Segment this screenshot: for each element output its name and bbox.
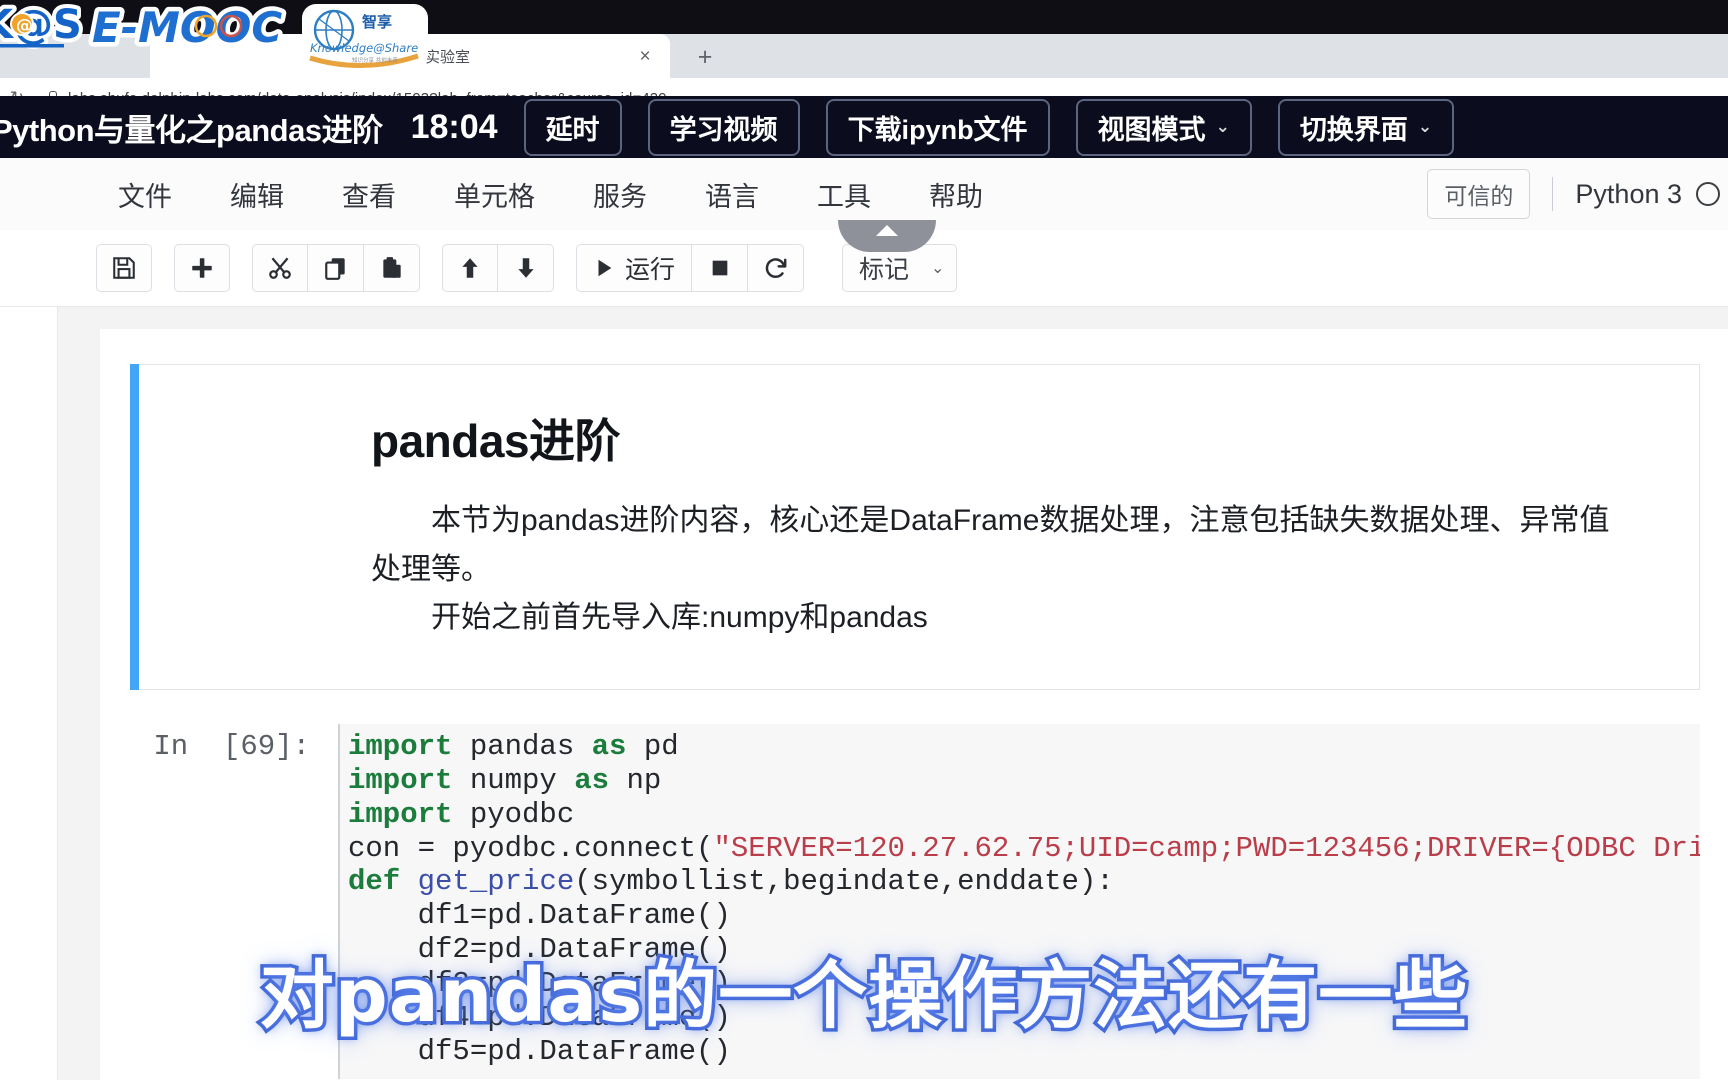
code-token: as [574, 763, 610, 797]
arrow-down-icon[interactable] [498, 244, 554, 292]
paste-icon[interactable] [364, 244, 420, 292]
svg-text:@: @ [16, 16, 33, 36]
menu-view[interactable]: 查看 [342, 175, 396, 214]
view-mode-dropdown-label: 视图模式 [1097, 114, 1206, 145]
chevron-down-icon: ⌄ [931, 260, 945, 277]
code-line: def get_price(symbollist,begindate,endda… [348, 865, 1700, 899]
close-icon[interactable]: × [630, 41, 660, 71]
code-token: pd [626, 729, 679, 763]
delay-button-label: 延时 [545, 114, 600, 145]
stop-icon[interactable] [692, 244, 749, 292]
triangle-up-icon [876, 225, 898, 236]
menu-file[interactable]: 文件 [118, 175, 172, 214]
menu-edit[interactable]: 编辑 [230, 175, 284, 214]
kas-logo: K@S K@S @ [0, 0, 98, 58]
run-button[interactable]: 运行 [576, 244, 693, 292]
code-token: con = pyodbc.connect( [348, 831, 714, 865]
markdown-cell[interactable]: pandas进阶 本节为pandas进阶内容，核心还是DataFrame数据处理… [130, 364, 1700, 690]
delay-button[interactable]: 延时 [523, 98, 622, 156]
run-button-label: 运行 [625, 256, 676, 284]
kernel-name[interactable]: Python 3 [1575, 179, 1682, 210]
menu-cell[interactable]: 单元格 [454, 175, 535, 214]
menu-language[interactable]: 语言 [705, 175, 759, 214]
code-token: np [609, 763, 662, 797]
toolbar-group-save [96, 244, 152, 292]
code-token: import [348, 763, 453, 797]
arrow-up-icon[interactable] [442, 244, 498, 292]
menu-help[interactable]: 帮助 [929, 175, 983, 214]
download-ipynb-button[interactable]: 下载ipynb文件 [825, 98, 1050, 156]
code-token: get_price [417, 865, 575, 899]
code-line: import pandas as pd [348, 730, 1700, 764]
toolbar-group-move [442, 244, 554, 292]
code-token: "SERVER=120.27.62.75;UID=camp;PWD=123456… [713, 831, 1700, 865]
new-tab-button[interactable]: + [690, 42, 720, 72]
kernel-status-icon [1696, 182, 1720, 206]
cell-type-dropdown-label: 标记 [859, 256, 910, 284]
toolbar-group-run: 运行 [576, 244, 805, 292]
toolbar-group-add [174, 244, 230, 292]
course-title: Python与量化之pandas进阶 [0, 112, 383, 148]
code-token: numpy [452, 763, 575, 797]
code-token: as [591, 729, 627, 763]
svg-text:知识分享 共创未来: 知识分享 共创未来 [352, 56, 398, 64]
code-token: df1=pd.DataFrame() [348, 899, 731, 933]
video-subtitle: 对pandas的一个操作方法还有一些 [0, 936, 1728, 1043]
code-line: import pyodbc [348, 798, 1700, 832]
emooc-logo: E-MOOC E-MOOC [88, 0, 303, 58]
copy-icon[interactable] [308, 244, 364, 292]
cell-paragraph-1: 本节为pandas进阶内容，核心还是DataFrame数据处理，注意包括缺失数据… [371, 504, 1610, 586]
menu-items: 文件 编辑 查看 单元格 服务 语言 工具 帮助 [118, 175, 1041, 214]
menu-tools[interactable]: 工具 [817, 175, 871, 214]
study-video-button-label: 学习视频 [669, 114, 778, 145]
menu-service[interactable]: 服务 [593, 175, 647, 214]
execution-count-prompt: In [69]: [153, 729, 310, 763]
cell-heading: pandas进阶 [371, 415, 621, 467]
svg-text:E-MOOC: E-MOOC [92, 3, 282, 52]
view-mode-dropdown[interactable]: 视图模式 ⌄ [1075, 98, 1252, 156]
plus-icon[interactable] [174, 244, 230, 292]
switch-interface-dropdown-label: 切换界面 [1299, 114, 1408, 145]
screen: 海豚大数据实验室 × + ↻ labs.shufe.dolphin-labs.c… [0, 0, 1728, 1080]
scissors-icon[interactable] [252, 244, 308, 292]
svg-text:Knowledge@Share: Knowledge@Share [310, 41, 418, 55]
course-timer: 18:04 [410, 107, 498, 146]
svg-text:智享: 智享 [362, 13, 392, 31]
code-token: pandas [452, 729, 592, 763]
code-token: (symbollist,begindate,enddate): [574, 865, 1114, 899]
code-line: df1=pd.DataFrame() [348, 899, 1700, 933]
switch-interface-dropdown[interactable]: 切换界面 ⌄ [1277, 98, 1455, 156]
toolbar-group-clipboard [252, 244, 420, 292]
code-token: pyodbc [452, 797, 575, 831]
download-ipynb-button-label: 下载ipynb文件 [847, 114, 1028, 145]
trusted-badge[interactable]: 可信的 [1427, 169, 1531, 219]
code-token: import [348, 797, 453, 831]
code-token: def [348, 865, 401, 899]
menubar-right: 可信的 Python 3 [1427, 158, 1728, 230]
course-toolbar: Python与量化之pandas进阶 18:04 延时 学习视频 下载ipynb… [0, 96, 1728, 158]
chevron-down-icon: ⌄ [1215, 117, 1230, 136]
chevron-down-icon: ⌄ [1417, 117, 1433, 136]
code-token: import [348, 729, 453, 763]
video-subtitle-text: 对pandas的一个操作方法还有一些 [256, 950, 1471, 1043]
cell-paragraph-2: 开始之前首先导入库:numpy和pandas [431, 601, 928, 635]
study-video-button[interactable]: 学习视频 [647, 98, 800, 156]
restart-icon[interactable] [748, 244, 805, 292]
code-line: import numpy as np [348, 764, 1700, 798]
divider [1552, 177, 1554, 211]
knowledge-share-logo: 智享 Knowledge@Share 知识分享 共创未来 [300, 2, 430, 74]
save-icon[interactable] [96, 244, 152, 292]
code-line: con = pyodbc.connect("SERVER=120.27.62.7… [348, 832, 1700, 866]
